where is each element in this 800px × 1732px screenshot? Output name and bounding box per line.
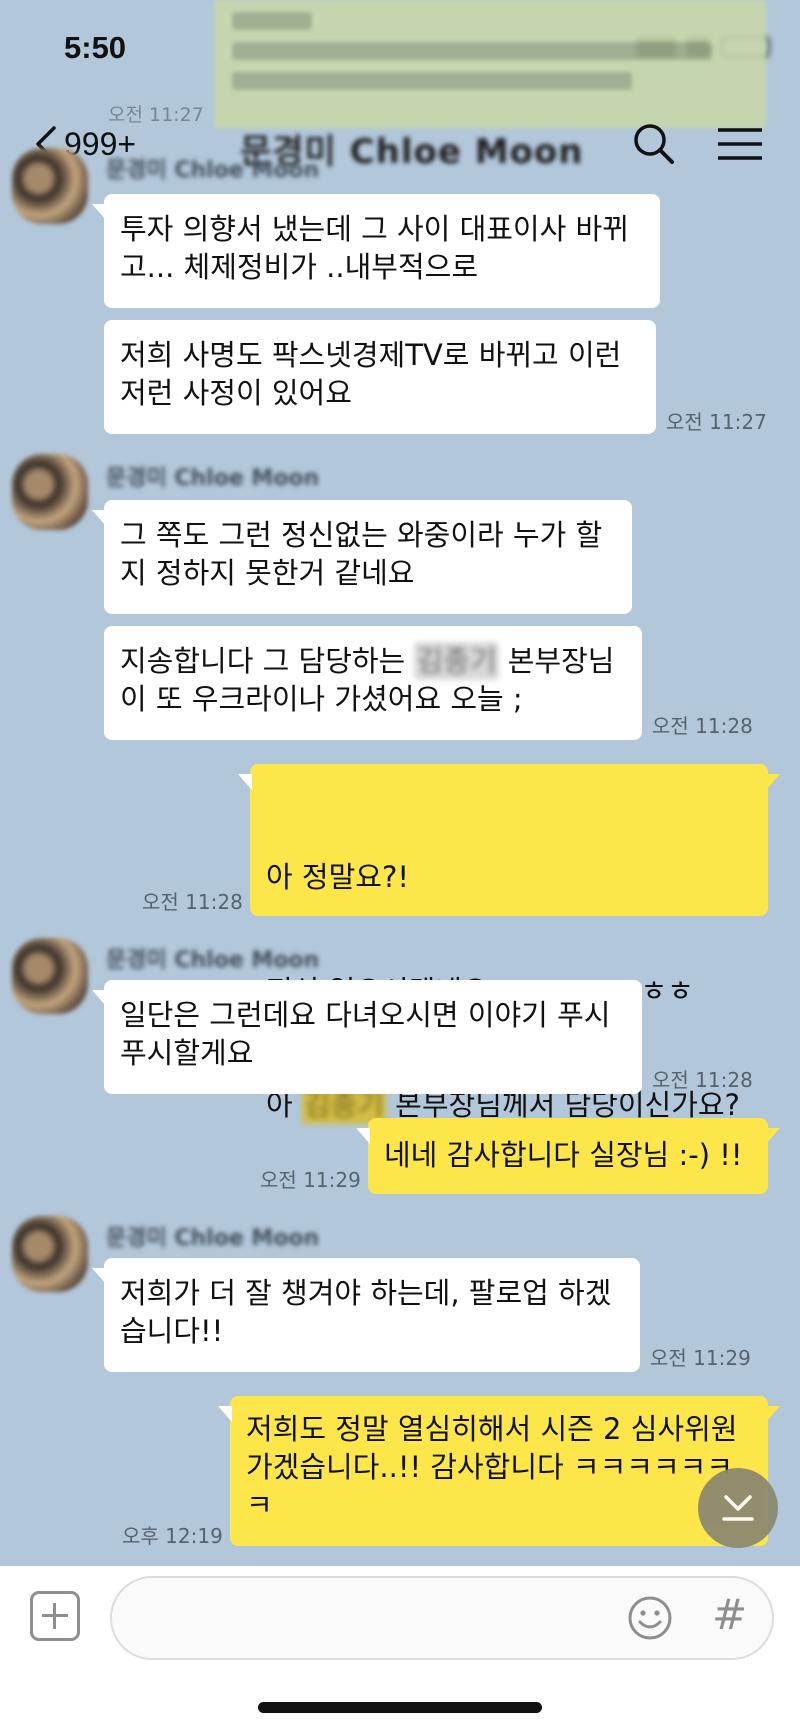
- sender-name: 문경미 Chloe Moon: [106, 466, 320, 491]
- message-input[interactable]: [110, 1576, 774, 1660]
- message-text: 저희가 더 잘 챙겨야 하는데, 팔로업 하겠 습니다!!: [120, 1276, 612, 1348]
- my-message-bubble[interactable]: 네네 감사합니다 실장님 :-) !!: [356, 1118, 780, 1194]
- message-bubble[interactable]: 지송합니다 그 담당하는 김종기 본부장님 이 또 우크라이나 가셨어요 오늘 …: [104, 626, 642, 740]
- message-time: 오전 11:28: [652, 1068, 753, 1092]
- plus-icon[interactable]: [30, 1591, 80, 1641]
- message-time: 오전 11:29: [650, 1346, 751, 1370]
- message-text: 투자 의향서 냈는데 그 사이 대표이사 바뀌 고... 체제정비가 ..내부적…: [120, 212, 629, 284]
- my-message-bubble[interactable]: 아 정말요?! 정신 없으시겠네요..ㅎㅎㅎㅎㅎㅎㅎ 아 김종기 본부장님께서 …: [238, 764, 780, 1124]
- scroll-to-bottom-button[interactable]: [698, 1468, 778, 1548]
- emoji-icon[interactable]: [626, 1594, 674, 1642]
- message-bubble[interactable]: 저희가 더 잘 챙겨야 하는데, 팔로업 하겠 습니다!!: [92, 1258, 640, 1372]
- message-time: 오전 11:27: [666, 410, 767, 434]
- message-text: 저희도 정말 열심히해서 시즌 2 심사위원 가겠습니다..!! 감사합니다 ㅋ…: [246, 1412, 738, 1522]
- scroll-down-icon: [722, 1495, 754, 1521]
- hamburger-menu-icon[interactable]: [712, 116, 768, 172]
- hash-button[interactable]: #: [712, 1590, 747, 1639]
- message-text: 일단은 그런데요 다녀오시면 이야기 푸시 푸시할게요: [120, 998, 611, 1070]
- message-bubble[interactable]: 저희 사명도 팍스넷경제TV로 바뀌고 이런 저런 사정이 있어요: [104, 320, 656, 434]
- message-text: 그 쪽도 그런 정신없는 와중이라 누가 할 지 정하지 못한거 같네요: [120, 518, 603, 590]
- sender-name: 문경미 Chloe Moon: [106, 1226, 320, 1251]
- redacted-name: 김종기: [414, 642, 499, 680]
- message-bubble[interactable]: 투자 의향서 냈는데 그 사이 대표이사 바뀌 고... 체제정비가 ..내부적…: [92, 194, 660, 308]
- message-time: 오전 11:29: [260, 1168, 361, 1192]
- message-text: 지송합니다 그 담당하는 김종기 본부장님 이 또 우크라이나 가셨어요 오늘 …: [120, 642, 615, 716]
- message-time: 오전 11:28: [142, 890, 243, 914]
- message-time: 오전 11:28: [652, 714, 753, 738]
- avatar[interactable]: [12, 148, 88, 224]
- message-bubble[interactable]: 일단은 그런데요 다녀오시면 이야기 푸시 푸시할게요: [92, 980, 642, 1094]
- input-bar: #: [0, 1566, 800, 1732]
- message-text: 네네 감사합니다 실장님 :-) !!: [384, 1138, 743, 1172]
- status-time: 5:50: [64, 30, 127, 65]
- avatar[interactable]: [12, 938, 88, 1014]
- message-text: 저희 사명도 팍스넷경제TV로 바뀌고 이런 저런 사정이 있어요: [120, 338, 622, 410]
- message-line: 아 정말요?!: [266, 860, 409, 894]
- home-indicator: [258, 1702, 542, 1713]
- sender-name: 문경미 Chloe Moon: [106, 158, 320, 183]
- my-message-bubble[interactable]: 저희도 정말 열심히해서 시즌 2 심사위원 가겠습니다..!! 감사합니다 ㅋ…: [218, 1396, 780, 1546]
- search-icon[interactable]: [626, 116, 682, 172]
- sender-name: 문경미 Chloe Moon: [106, 948, 320, 973]
- avatar[interactable]: [12, 454, 88, 530]
- message-bubble[interactable]: 그 쪽도 그런 정신없는 와중이라 누가 할 지 정하지 못한거 같네요: [92, 500, 632, 614]
- message-time: 오후 12:19: [122, 1524, 223, 1548]
- avatar[interactable]: [12, 1216, 88, 1292]
